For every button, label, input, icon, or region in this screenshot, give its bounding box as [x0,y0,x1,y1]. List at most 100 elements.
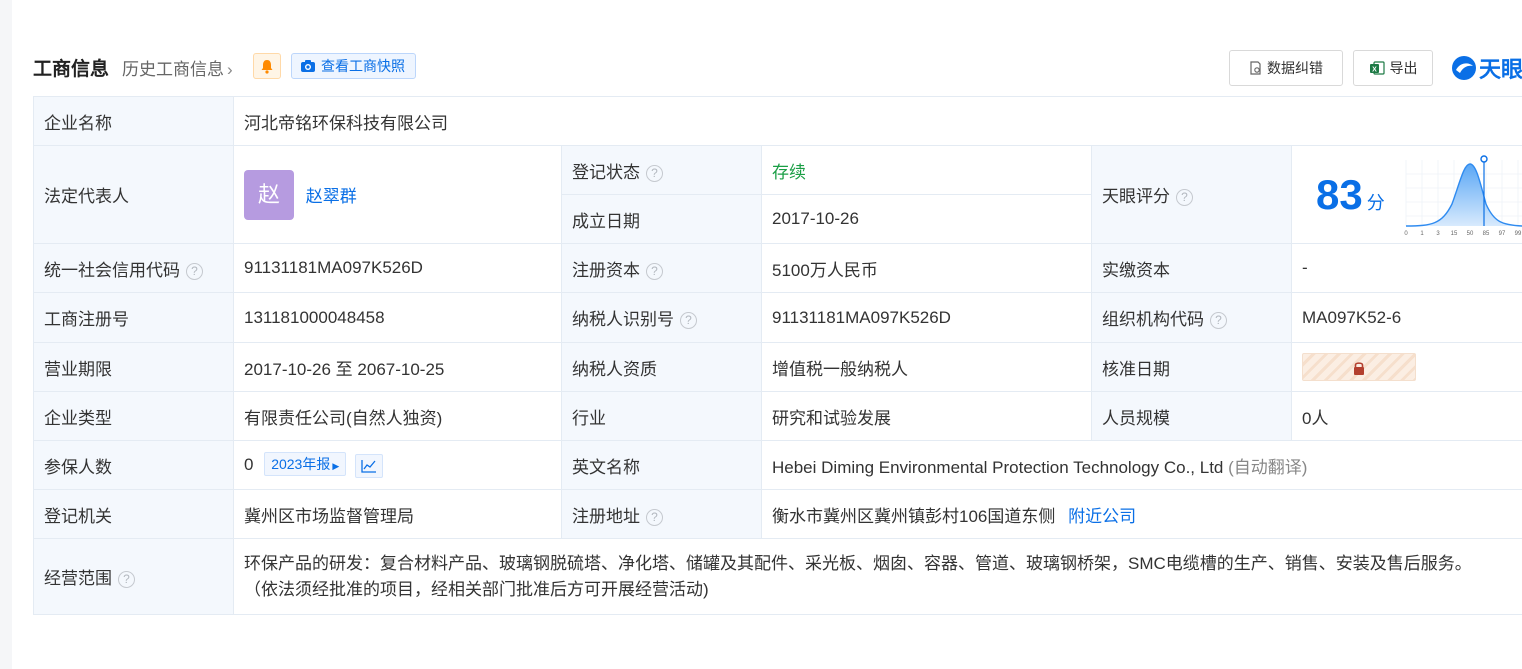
value-biz-reg-no: 131181000048458 [233,292,562,343]
label-term: 营业期限 [33,342,234,392]
row-company-name: 企业名称 河北帝铭环保科技有限公司 [33,96,1522,146]
row-type: 企业类型 有限责任公司(自然人独资) 行业 研究和试验发展 人员规模 0人 [33,391,1522,441]
label-approve-date: 核准日期 [1091,342,1292,392]
row-term: 营业期限 2017-10-26 至 2067-10-25 纳税人资质 增值税一般… [33,342,1522,392]
value-credit-code: 91131181MA097K526D [233,243,562,293]
row-credit-code: 统一社会信用代码? 91131181MA097K526D 注册资本? 5100万… [33,243,1522,293]
score-value: 83 [1316,170,1363,218]
label-insured: 参保人数 [33,440,234,490]
label-english-name: 英文名称 [561,440,762,490]
trend-chart-button[interactable] [355,453,384,478]
help-icon[interactable]: ? [1210,312,1227,329]
business-info-table: 企业名称 河北帝铭环保科技有限公司 法定代表人 赵 赵翠群 登记状态? 存续 天… [33,96,1522,615]
help-icon[interactable]: ? [186,262,203,280]
history-label[interactable]: 历史工商信息 [122,60,224,79]
export-button[interactable]: X 导出 [1353,50,1433,86]
value-english-name: Hebei Diming Environmental Protection Te… [772,457,1224,477]
edit-doc-icon [1250,61,1261,75]
value-taxpayer-id: 91131181MA097K526D [761,292,1092,343]
row-insured: 参保人数 0 2023年报 ▶ 英文名称 Hebei Diming Environ… [33,440,1522,490]
history-link[interactable]: 历史工商信息 › [122,55,233,80]
label-taxpayer-qual: 纳税人资质 [561,342,762,392]
snapshot-button[interactable]: 查看工商快照 [291,53,416,79]
label-reg-capital: 注册资本? [561,243,762,293]
value-address: 衡水市冀州区冀州镇彭村106国道东侧 [772,506,1056,526]
label-address-text: 注册地址 [572,506,640,526]
locked-field[interactable] [1302,353,1416,381]
label-legal-rep: 法定代表人 [33,145,234,244]
annual-report-label: 2023年报 [271,456,331,473]
row-authority: 登记机关 冀州区市场监督管理局 注册地址? 衡水市冀州区冀州镇彭村106国道东侧… [33,489,1522,539]
row-scope: 经营范围? 环保产品的研发：复合材料产品、玻璃钢脱硫塔、净化塔、储罐及其配件、采… [33,538,1522,615]
scope-cell: 环保产品的研发：复合材料产品、玻璃钢脱硫塔、净化塔、储罐及其配件、采光板、烟囱、… [233,538,1522,615]
tianyan-logo: 天眼 [1451,52,1522,84]
annual-report-button[interactable]: 2023年报 ▶ [264,452,347,477]
chevron-right-icon: › [227,60,233,79]
label-org-code-text: 组织机构代码 [1102,310,1204,329]
label-industry: 行业 [561,391,762,441]
insured-cell: 0 2023年报 ▶ [233,440,562,490]
caret-right-icon: ▶ [332,461,340,472]
data-correction-label: 数据纠错 [1267,60,1323,76]
value-type: 有限责任公司(自然人独资) [233,391,562,441]
help-icon[interactable]: ? [118,571,135,588]
eye-logo-icon [1452,56,1476,80]
tianyan-score-cell[interactable]: 83 分 0 1 3 15 50 85 97 99 [1291,145,1522,244]
value-found-date: 2017-10-26 [761,194,1092,244]
value-staff: 0人 [1291,391,1522,441]
label-address: 注册地址? [561,489,762,539]
tick-label: 15 [1451,231,1458,237]
value-authority: 冀州区市场监督管理局 [233,489,562,539]
value-reg-status: 存续 [761,145,1092,195]
auto-translate-note: (自动翻译) [1228,457,1308,477]
help-icon[interactable]: ? [1176,189,1193,206]
data-correction-button[interactable]: 数据纠错 [1229,50,1343,86]
label-credit-code: 统一社会信用代码? [33,243,234,293]
snapshot-label: 查看工商快照 [321,58,405,74]
bell-button[interactable] [253,53,281,79]
label-scope-text: 经营范围 [44,569,112,588]
nearby-companies-link[interactable]: 附近公司 [1068,507,1136,526]
label-reg-status-text: 登记状态 [572,162,640,182]
label-credit-code-text: 统一社会信用代码 [44,260,180,280]
tick-label: 85 [1483,231,1490,237]
row-legal-rep: 法定代表人 赵 赵翠群 登记状态? 存续 天眼评分? 83 分 0 1 3 15… [33,145,1522,244]
help-icon[interactable]: ? [646,508,663,526]
help-icon[interactable]: ? [646,262,663,280]
label-taxpayer-id: 纳税人识别号? [561,292,762,343]
tick-label: 0 [1404,231,1408,237]
row-biz-reg-no: 工商注册号 131181000048458 纳税人识别号? 91131181MA… [33,292,1522,343]
section-title: 工商信息 [33,59,110,80]
tick-label: 1 [1420,231,1424,237]
excel-icon: X [1369,61,1385,75]
legal-rep-cell: 赵 赵翠群 [233,145,562,244]
legal-rep-link[interactable]: 赵翠群 [306,187,357,206]
value-paid-capital: - [1291,243,1522,293]
label-scope: 经营范围? [33,538,234,615]
value-industry: 研究和试验发展 [761,391,1092,441]
value-taxpayer-qual: 增值税一般纳税人 [761,342,1092,392]
tick-label: 99 [1515,231,1522,237]
label-company-name: 企业名称 [33,96,234,146]
svg-text:X: X [1372,67,1377,74]
value-term: 2017-10-26 至 2067-10-25 [233,342,562,392]
bell-icon [261,59,273,74]
score-distribution-chart: 0 1 3 15 50 85 97 99 [1404,155,1522,237]
help-icon[interactable]: ? [680,312,697,329]
scope-line: 环保产品的研发：复合材料产品、玻璃钢脱硫塔、净化塔、储罐及其配件、采光板、烟囱、… [244,553,1472,573]
trend-chart-icon [361,459,377,473]
tick-label: 50 [1467,231,1474,237]
camera-icon [301,60,315,72]
value-company-name: 河北帝铭环保科技有限公司 [233,96,1522,146]
label-authority: 登记机关 [33,489,234,539]
value-reg-capital: 5100万人民币 [761,243,1092,293]
help-icon[interactable]: ? [646,164,663,182]
tick-label: 3 [1436,231,1440,237]
label-found-date: 成立日期 [561,194,762,244]
label-tianyan-score-text: 天眼评分 [1102,187,1170,206]
label-staff: 人员规模 [1091,391,1292,441]
logo-text: 天眼 [1479,57,1522,82]
value-approve-date [1291,342,1522,392]
avatar: 赵 [244,169,294,220]
value-org-code: MA097K52-6 [1291,292,1522,343]
